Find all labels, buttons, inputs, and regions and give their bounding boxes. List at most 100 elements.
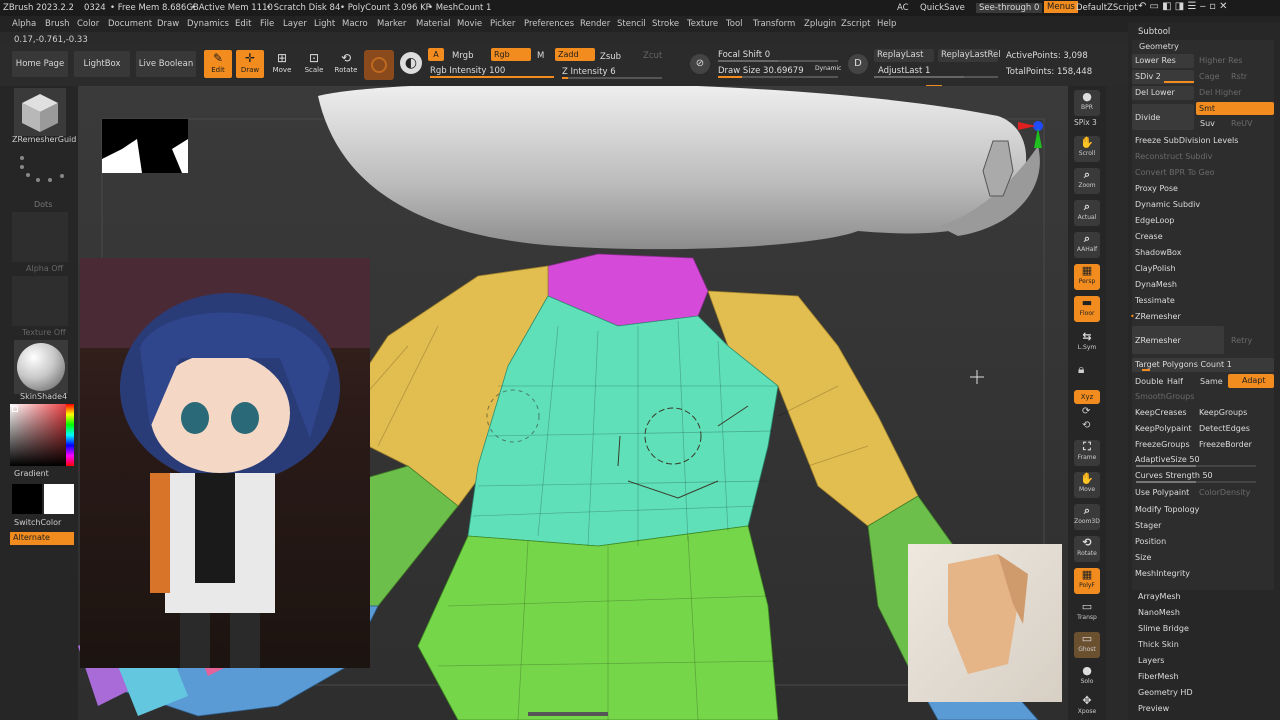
focal-shift-track[interactable] bbox=[718, 60, 838, 62]
reuv-button[interactable]: ReUV bbox=[1231, 119, 1252, 128]
draw-button[interactable]: ✛ Draw bbox=[236, 50, 264, 78]
freeze-border-toggle[interactable]: FreezeBorder bbox=[1199, 440, 1252, 449]
menu-brush[interactable]: Brush bbox=[45, 19, 70, 29]
script-selector[interactable]: DefaultZScript bbox=[1076, 3, 1138, 13]
draw-size-slider[interactable]: Draw Size 30.69679 bbox=[718, 66, 804, 76]
stroke-dots-thumbnail[interactable] bbox=[12, 150, 68, 194]
retry-button[interactable]: Retry bbox=[1231, 336, 1252, 345]
canvas-viewport[interactable] bbox=[78, 86, 1068, 720]
alternate-button[interactable]: Alternate bbox=[10, 532, 74, 545]
menu-zplugin[interactable]: Zplugin bbox=[804, 19, 836, 29]
curves-strength-slider[interactable]: Curves Strength 50 bbox=[1135, 471, 1213, 480]
half-button[interactable]: Half bbox=[1167, 377, 1183, 386]
same-button[interactable]: Same bbox=[1200, 377, 1223, 386]
menu-stencil[interactable]: Stencil bbox=[617, 19, 646, 29]
higher-res-button[interactable]: Higher Res bbox=[1199, 56, 1242, 65]
edit-button[interactable]: ✎ Edit bbox=[204, 50, 232, 78]
size-button[interactable]: Size bbox=[1135, 553, 1151, 562]
m-button[interactable]: M bbox=[537, 51, 544, 61]
preview-header[interactable]: Preview bbox=[1138, 704, 1169, 713]
menu-texture[interactable]: Texture bbox=[687, 19, 718, 29]
smoothgroups-slider[interactable]: SmoothGroups bbox=[1135, 392, 1194, 401]
freeze-groups-toggle[interactable]: FreezeGroups bbox=[1135, 440, 1190, 449]
zoom-button[interactable]: ⌕ Zoom bbox=[1074, 168, 1100, 194]
adjust-last-track[interactable] bbox=[874, 76, 998, 78]
rgb-intensity-track[interactable] bbox=[430, 76, 554, 78]
menu-tool[interactable]: Tool bbox=[726, 19, 743, 29]
cage-button[interactable]: Cage bbox=[1199, 72, 1220, 81]
quicksave-button[interactable]: QuickSave bbox=[920, 3, 965, 13]
divide-button[interactable]: Divide bbox=[1132, 104, 1194, 130]
move-view-button[interactable]: ✋ Move bbox=[1074, 472, 1100, 498]
dynamesh-button[interactable]: DynaMesh bbox=[1135, 280, 1177, 289]
rgb-button[interactable]: Rgb bbox=[491, 48, 531, 61]
lightbox-button[interactable]: LightBox bbox=[74, 51, 130, 77]
keep-creases-toggle[interactable]: KeepCreases bbox=[1135, 408, 1187, 417]
lower-res-button[interactable]: Lower Res bbox=[1132, 54, 1194, 68]
see-through-slider[interactable]: See-through 0 bbox=[976, 3, 1043, 13]
adaptive-size-slider[interactable]: AdaptiveSize 50 bbox=[1135, 455, 1200, 464]
menu-file[interactable]: File bbox=[260, 19, 274, 29]
layers-header[interactable]: Layers bbox=[1138, 656, 1164, 665]
xpose-button[interactable]: ✥ Xpose bbox=[1074, 694, 1100, 720]
persp-button[interactable]: ▦ Persp bbox=[1074, 264, 1100, 290]
proxy-pose-button[interactable]: Proxy Pose bbox=[1135, 184, 1178, 193]
target-polygons-slider[interactable]: Target Polygons Count 1 bbox=[1132, 358, 1274, 372]
menu-render[interactable]: Render bbox=[580, 19, 610, 29]
focal-icon[interactable]: ⊘ bbox=[690, 54, 710, 74]
crease-button[interactable]: Crease bbox=[1135, 232, 1163, 241]
floor-button[interactable]: ▬ Floor bbox=[1074, 296, 1100, 322]
shadowbox-button[interactable]: ShadowBox bbox=[1135, 248, 1181, 257]
a-button[interactable]: A bbox=[428, 48, 444, 61]
lock-icon[interactable]: 🔒︎ bbox=[1078, 362, 1084, 377]
menu-stroke[interactable]: Stroke bbox=[652, 19, 679, 29]
stroke-icon[interactable]: ◐ bbox=[400, 52, 422, 74]
claypolish-button[interactable]: ClayPolish bbox=[1135, 264, 1176, 273]
use-polypaint-toggle[interactable]: Use Polypaint bbox=[1135, 488, 1189, 497]
menu-marker[interactable]: Marker bbox=[377, 19, 406, 29]
keep-polypaint-toggle[interactable]: KeepPolypaint bbox=[1135, 424, 1192, 433]
spix-slider[interactable]: SPix 3 bbox=[1074, 118, 1097, 127]
convert-bpr-button[interactable]: Convert BPR To Geo bbox=[1135, 168, 1215, 177]
adaptive-size-track[interactable] bbox=[1136, 465, 1256, 467]
tessimate-button[interactable]: Tessimate bbox=[1135, 296, 1175, 305]
slime-bridge-header[interactable]: Slime Bridge bbox=[1138, 624, 1189, 633]
suv-toggle[interactable]: Suv bbox=[1200, 119, 1215, 128]
polyf-button[interactable]: ▦ PolyF bbox=[1074, 568, 1100, 594]
live-boolean-button[interactable]: Live Boolean bbox=[136, 51, 196, 77]
curves-strength-track[interactable] bbox=[1136, 481, 1256, 483]
aahalf-button[interactable]: ⌕ AAHalf bbox=[1074, 232, 1100, 258]
secondary-color-swatch[interactable] bbox=[12, 484, 42, 514]
tool-thumbnail[interactable] bbox=[14, 88, 66, 136]
sdiv-slider[interactable]: SDiv 2 bbox=[1132, 70, 1194, 84]
menu-layer[interactable]: Layer bbox=[283, 19, 307, 29]
smt-toggle[interactable]: Smt bbox=[1196, 102, 1274, 115]
rotate-view-button[interactable]: ⟲ Rotate bbox=[1074, 536, 1100, 562]
replay-last-rel-button[interactable]: ReplayLastRel bbox=[938, 49, 1001, 62]
move-button[interactable]: ⊞ Move bbox=[268, 50, 296, 78]
frame-button[interactable]: ⛶ Frame bbox=[1074, 440, 1100, 466]
fibermesh-header[interactable]: FiberMesh bbox=[1138, 672, 1179, 681]
rotate-z-icon[interactable]: ⟲ bbox=[1082, 420, 1090, 431]
position-button[interactable]: Position bbox=[1135, 537, 1166, 546]
menu-transform[interactable]: Transform bbox=[753, 19, 795, 29]
modify-topology-button[interactable]: Modify Topology bbox=[1135, 505, 1199, 514]
focal-shift-slider[interactable]: Focal Shift 0 bbox=[718, 50, 770, 60]
scroll-button[interactable]: ✋ Scroll bbox=[1074, 136, 1100, 162]
reconstruct-subdiv-button[interactable]: Reconstruct Subdiv bbox=[1135, 152, 1213, 161]
material-thumbnail[interactable] bbox=[14, 340, 68, 394]
zoom3d-button[interactable]: ⌕ Zoom3D bbox=[1074, 504, 1100, 530]
geometry-hd-header[interactable]: Geometry HD bbox=[1138, 688, 1193, 697]
zadd-button[interactable]: Zadd bbox=[555, 48, 595, 61]
adjust-last-slider[interactable]: AdjustLast 1 bbox=[878, 66, 930, 76]
zcut-button[interactable]: Zcut bbox=[643, 51, 662, 61]
texture-thumbnail[interactable] bbox=[12, 276, 68, 326]
del-higher-button[interactable]: Del Higher bbox=[1199, 88, 1241, 97]
menu-color[interactable]: Color bbox=[77, 19, 99, 29]
zsub-button[interactable]: Zsub bbox=[600, 52, 621, 62]
xyz-button[interactable]: Xyz bbox=[1074, 390, 1100, 404]
bottom-scroll-handle[interactable] bbox=[528, 712, 608, 716]
menu-help[interactable]: Help bbox=[877, 19, 896, 29]
geometry-header[interactable]: Geometry bbox=[1139, 42, 1179, 51]
rotate-button[interactable]: ⟲ Rotate bbox=[332, 50, 360, 78]
